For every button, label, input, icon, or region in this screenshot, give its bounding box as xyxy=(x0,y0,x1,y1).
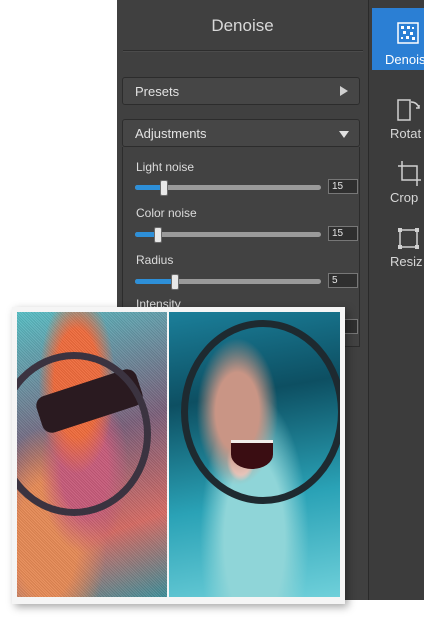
denoise-icon xyxy=(397,22,419,44)
panel-title: Denoise xyxy=(211,16,274,35)
light-noise-thumb[interactable] xyxy=(159,180,168,196)
tool-resize-label: Resiz xyxy=(390,254,423,269)
crop-icon xyxy=(398,161,421,186)
light-noise-slider[interactable] xyxy=(135,180,321,196)
before-after-photo xyxy=(12,307,345,604)
color-noise-slider[interactable] xyxy=(135,227,321,243)
color-noise-value[interactable]: 15 xyxy=(328,226,358,241)
radius-value[interactable]: 5 xyxy=(328,273,358,288)
noisy-before-image xyxy=(17,312,167,597)
clean-after-image xyxy=(169,312,340,597)
radius-fill xyxy=(135,279,175,284)
tool-sidebar: Denoise Rotat Crop Resiz xyxy=(369,0,424,600)
headphones-shape-after xyxy=(181,320,340,504)
resize-icon xyxy=(398,228,419,249)
expand-right-icon xyxy=(340,86,348,96)
smile-shape xyxy=(231,440,273,469)
tool-crop-label: Crop xyxy=(390,190,419,205)
rotate-icon xyxy=(397,99,420,121)
light-noise-label: Light noise xyxy=(136,160,195,174)
tool-crop[interactable]: Crop xyxy=(372,146,424,208)
presets-label: Presets xyxy=(135,84,180,99)
radius-slider[interactable] xyxy=(135,274,321,290)
presets-section[interactable]: Presets xyxy=(122,77,360,105)
light-noise-fill xyxy=(135,185,163,190)
tool-rotate[interactable]: Rotat xyxy=(372,82,424,144)
adjustments-label: Adjustments xyxy=(135,126,207,141)
light-noise-value[interactable]: 15 xyxy=(328,179,358,194)
adjustments-section[interactable]: Adjustments xyxy=(122,119,360,147)
tool-denoise-label: Denoise xyxy=(385,52,424,67)
tool-denoise[interactable]: Denoise xyxy=(372,8,424,70)
divider xyxy=(123,50,363,52)
radius-label: Radius xyxy=(136,253,174,267)
collapse-down-icon xyxy=(339,131,349,138)
tool-rotate-label: Rotat xyxy=(390,126,422,141)
tool-resize[interactable]: Resiz xyxy=(372,210,424,272)
color-noise-label: Color noise xyxy=(136,206,197,220)
color-noise-thumb[interactable] xyxy=(154,227,163,243)
radius-thumb[interactable] xyxy=(171,274,180,290)
